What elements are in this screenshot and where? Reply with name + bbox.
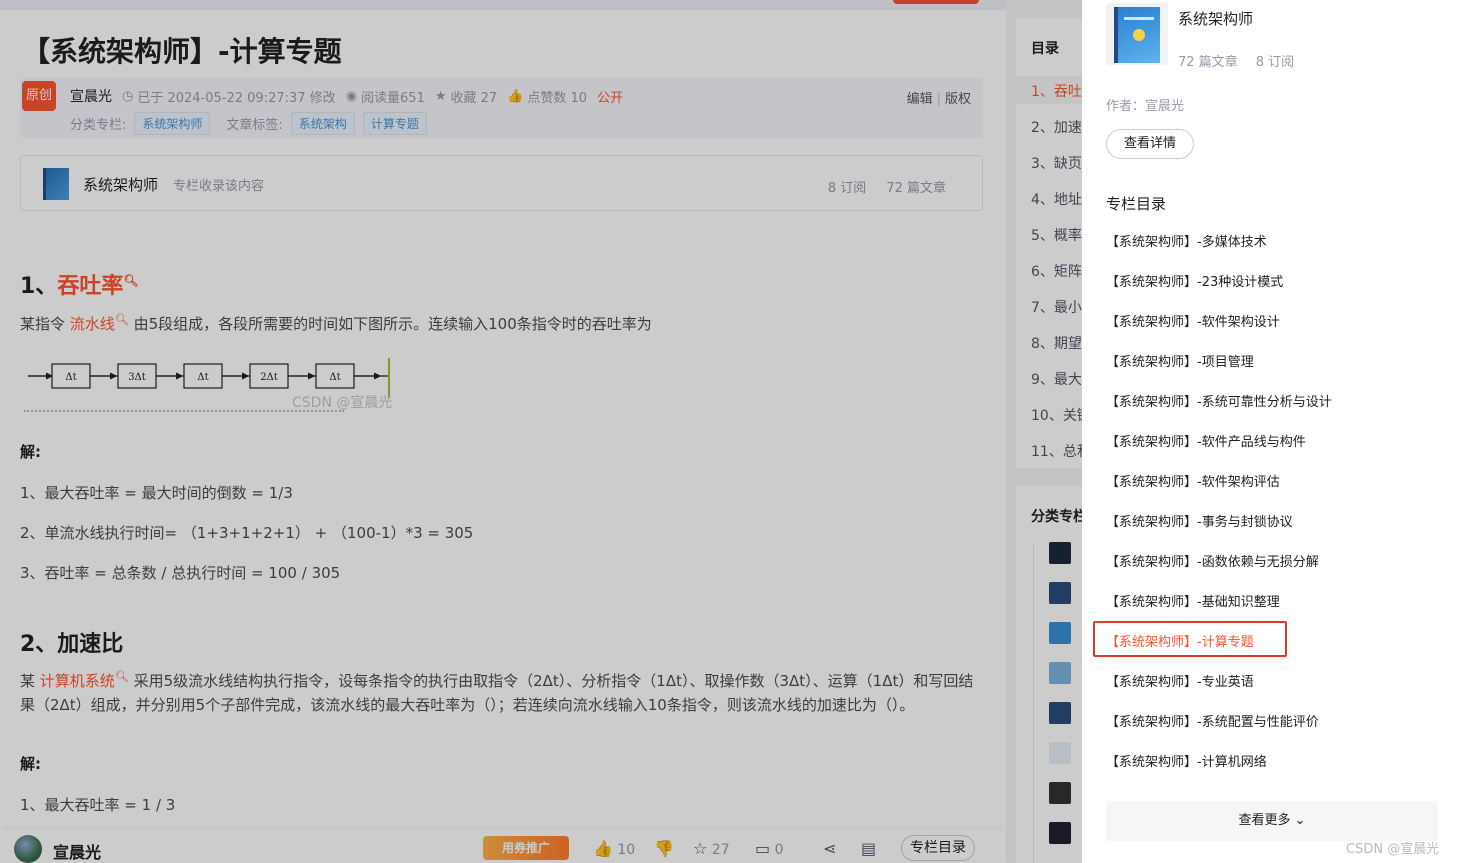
drawer-article-link[interactable]: 【系统架构师】-事务与封锁协议	[1106, 511, 1293, 530]
chevron-down-icon: ⌄	[1294, 813, 1306, 828]
drawer-stats: 72 篇文章 8 订阅	[1178, 51, 1294, 70]
book-icon	[1114, 7, 1160, 63]
drawer-article-link[interactable]: 【系统架构师】-系统配置与性能评价	[1106, 711, 1319, 730]
column-drawer: 系统架构师 72 篇文章 8 订阅 作者：宣晨光 查看详情 专栏目录 【系统架构师…	[1082, 0, 1462, 863]
drawer-article-link[interactable]: 【系统架构师】-多媒体技术	[1106, 231, 1267, 250]
drawer-article-link[interactable]: 【系统架构师】-基础知识整理	[1106, 591, 1280, 610]
drawer-article-link[interactable]: 【系统架构师】-专业英语	[1106, 671, 1254, 690]
page-watermark: CSDN @宣晨光	[1346, 842, 1440, 857]
drawer-article-link[interactable]: 【系统架构师】-软件产品线与构件	[1106, 431, 1306, 450]
drawer-column-name[interactable]: 系统架构师	[1178, 8, 1253, 29]
drawer-article-link[interactable]: 【系统架构师】-23种设计模式	[1106, 271, 1283, 290]
modal-backdrop[interactable]	[0, 0, 1082, 863]
highlight-box	[1093, 621, 1287, 657]
drawer-article-link[interactable]: 【系统架构师】-函数依赖与无损分解	[1106, 551, 1319, 570]
drawer-article-link[interactable]: 【系统架构师】-项目管理	[1106, 351, 1254, 370]
view-more-label: 查看更多	[1238, 813, 1291, 828]
drawer-article-link[interactable]: 【系统架构师】-计算机网络	[1106, 751, 1267, 770]
column-cover[interactable]	[1106, 3, 1168, 65]
drawer-subs: 8 订阅	[1255, 55, 1295, 70]
drawer-article-link[interactable]: 【系统架构师】-软件架构设计	[1106, 311, 1280, 330]
drawer-article-link[interactable]: 【系统架构师】-软件架构评估	[1106, 471, 1280, 490]
drawer-article-link[interactable]: 【系统架构师】-系统可靠性分析与设计	[1106, 391, 1332, 410]
view-detail-button[interactable]: 查看详情	[1106, 129, 1194, 159]
drawer-section-title: 专栏目录	[1106, 195, 1167, 213]
drawer-articles: 72 篇文章	[1178, 55, 1238, 70]
view-more-button[interactable]: 查看更多 ⌄	[1106, 801, 1438, 841]
drawer-author: 作者：宣晨光	[1106, 99, 1185, 114]
